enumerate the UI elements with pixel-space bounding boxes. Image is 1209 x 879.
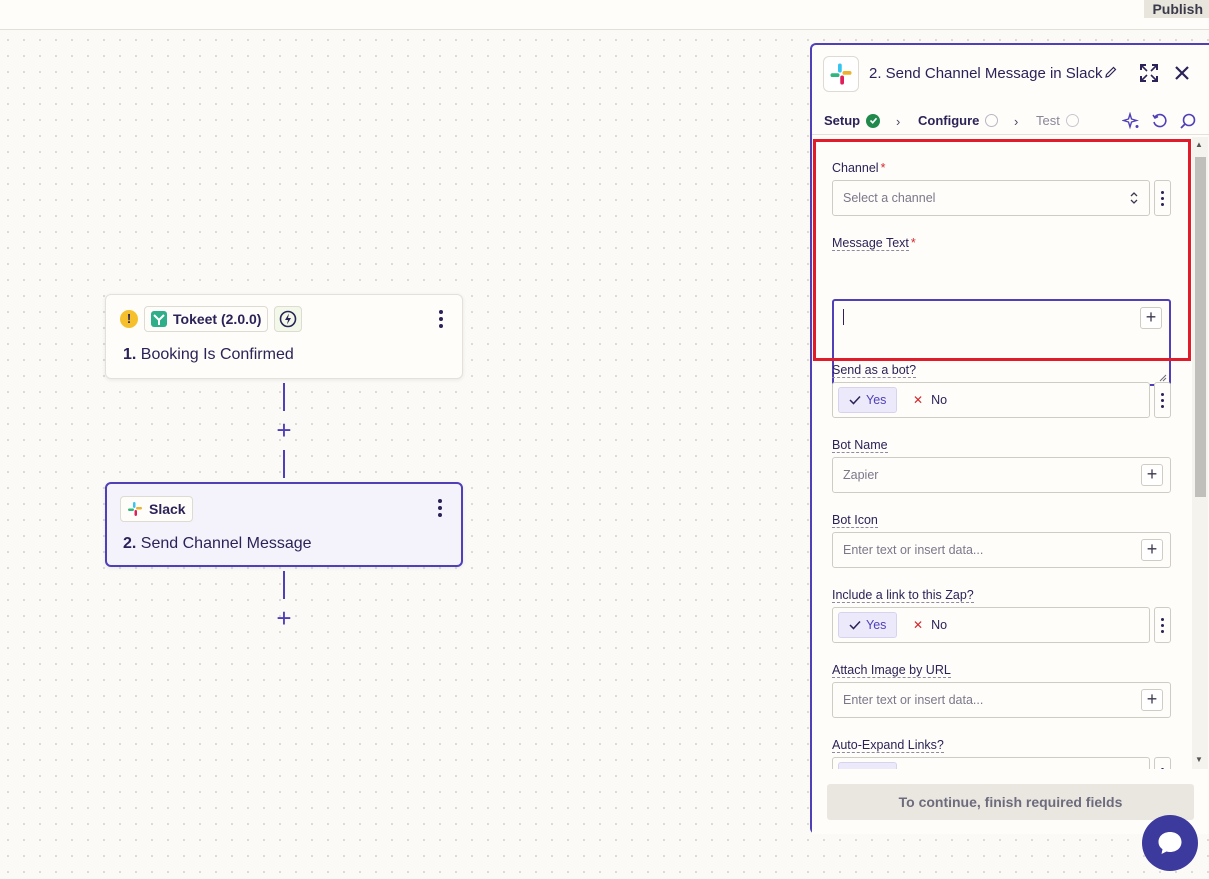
check-icon (849, 395, 861, 405)
slack-logo-icon (128, 502, 142, 516)
app-name: Slack (149, 501, 186, 517)
send-as-bot-no[interactable]: ✕ No (913, 393, 947, 407)
attach-image-label: Attach Image by URL (832, 663, 951, 678)
resize-grip-icon[interactable] (1159, 374, 1167, 382)
include-link-label: Include a link to this Zap? (832, 588, 974, 603)
include-link-options-button[interactable] (1154, 607, 1171, 643)
x-icon: ✕ (913, 618, 924, 632)
panel-title: 2. Send Channel Message in Slack (869, 65, 1103, 82)
add-step-button[interactable]: + (274, 605, 294, 631)
more-options-icon[interactable] (438, 310, 444, 328)
step-number: 2. (123, 535, 137, 552)
connector-line (283, 383, 285, 411)
ai-sparkle-icon[interactable] (1122, 112, 1140, 130)
tab-label: Configure (918, 113, 980, 128)
insert-data-button[interactable]: + (1141, 539, 1163, 561)
bot-name-placeholder: Zapier (843, 468, 879, 482)
pencil-icon[interactable] (1104, 65, 1118, 79)
bot-icon-label: Bot Icon (832, 513, 878, 528)
include-link-yes[interactable]: Yes (838, 612, 897, 638)
pending-circle-icon (985, 114, 999, 127)
attach-image-input[interactable]: Enter text or insert data... + (832, 682, 1171, 718)
auto-expand-label: Auto-Expand Links? (832, 738, 944, 753)
chat-icon (1158, 832, 1182, 854)
bot-name-input[interactable]: Zapier + (832, 457, 1171, 493)
search-icon[interactable] (1179, 112, 1197, 130)
highlight-box (813, 139, 1191, 361)
scroll-down-icon[interactable]: ▼ (1195, 755, 1203, 764)
connector-line (283, 450, 285, 478)
expand-icon[interactable] (1139, 63, 1159, 83)
tab-configure[interactable]: Configure (918, 113, 999, 128)
connector-line (283, 571, 285, 599)
auto-expand-toggle (832, 757, 1150, 769)
auto-expand-options-button[interactable] (1154, 757, 1171, 769)
chevron-right-icon: › (896, 114, 901, 129)
trigger-badge (274, 306, 303, 332)
continue-button[interactable]: To continue, finish required fields (827, 784, 1194, 820)
check-icon (849, 620, 861, 630)
tab-setup[interactable]: Setup (824, 113, 881, 128)
insert-data-button[interactable]: + (1141, 464, 1163, 486)
attach-image-placeholder: Enter text or insert data... (843, 693, 984, 707)
chat-button[interactable] (1142, 815, 1198, 871)
send-as-bot-options-button[interactable] (1154, 382, 1171, 418)
node-header: ! Tokeet (2.0.0) (120, 306, 303, 332)
step-number: 1. (123, 346, 137, 363)
scrollbar-thumb[interactable] (1195, 157, 1206, 497)
step-node-trigger[interactable]: ! Tokeet (2.0.0) 1. Booking Is Confirmed (105, 294, 463, 379)
step-title: Booking Is Confirmed (140, 346, 294, 363)
step-node-action[interactable]: Slack 2. Send Channel Message (105, 482, 463, 567)
node-title: 1. Booking Is Confirmed (123, 346, 294, 364)
app-chip-slack: Slack (120, 496, 193, 522)
add-step-button[interactable]: + (274, 417, 294, 443)
tab-label: Test (1036, 113, 1060, 128)
check-circle-icon (866, 113, 881, 128)
send-as-bot-label: Send as a bot? (832, 363, 917, 378)
x-icon: ✕ (913, 393, 924, 407)
slack-logo-icon (830, 63, 852, 85)
include-link-no[interactable]: ✕ No (913, 618, 947, 632)
close-icon[interactable] (1173, 64, 1191, 82)
warning-icon: ! (120, 310, 138, 328)
send-as-bot-toggle: Yes ✕ No (832, 382, 1150, 418)
bolt-icon (280, 310, 297, 328)
send-as-bot-yes[interactable]: Yes (838, 387, 897, 413)
clock-icon (1065, 114, 1079, 127)
app-chip-tokeet: Tokeet (2.0.0) (144, 306, 269, 332)
include-link-toggle: Yes ✕ No (832, 607, 1150, 643)
step-title: Send Channel Message (140, 535, 312, 552)
tokeet-logo-icon (151, 311, 167, 327)
history-icon[interactable] (1151, 112, 1169, 130)
insert-data-button[interactable]: + (1141, 689, 1163, 711)
bot-icon-placeholder: Enter text or insert data... (843, 543, 984, 557)
app-name: Tokeet (2.0.0) (173, 311, 262, 327)
panel-header: 2. Send Channel Message in Slack (812, 45, 1209, 103)
chevron-right-icon: › (1014, 114, 1019, 129)
scroll-up-icon[interactable]: ▲ (1195, 140, 1203, 149)
step-tabs: Setup › Configure › Test (812, 107, 1209, 135)
auto-expand-yes[interactable] (838, 762, 897, 769)
more-options-icon[interactable] (437, 499, 443, 517)
top-bar: Publish (0, 0, 1209, 30)
node-title: 2. Send Channel Message (123, 535, 312, 553)
tab-test[interactable]: Test (1036, 113, 1079, 128)
publish-button[interactable]: Publish (1144, 0, 1209, 18)
tab-label: Setup (824, 113, 861, 128)
bot-name-label: Bot Name (832, 438, 888, 453)
node-header: Slack (120, 496, 193, 522)
bot-icon-input[interactable]: Enter text or insert data... + (832, 532, 1171, 568)
slack-app-icon (823, 56, 859, 92)
